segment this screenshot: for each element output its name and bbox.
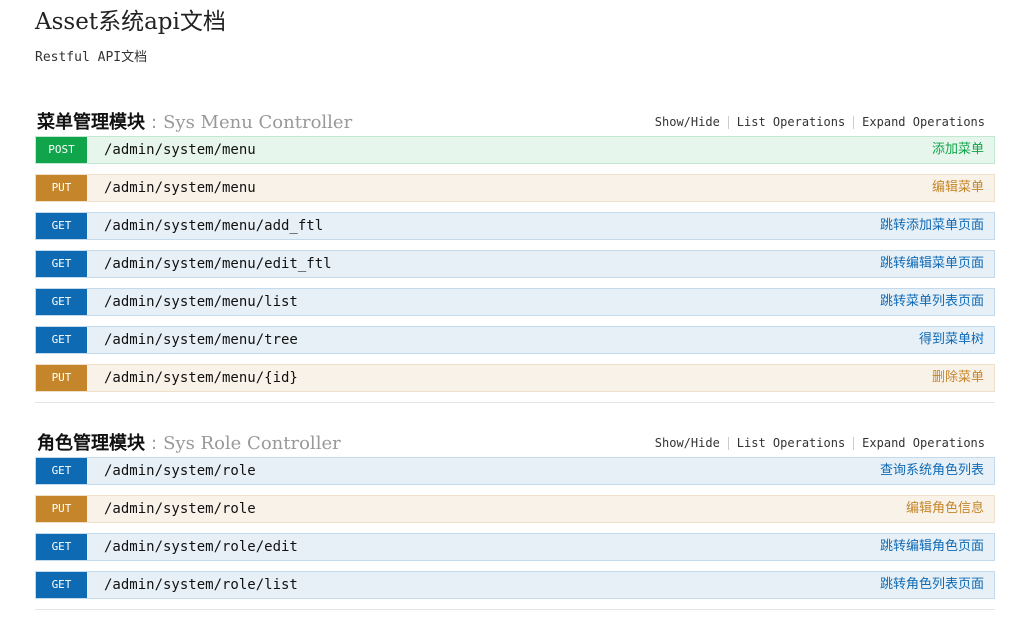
operation-summary[interactable]: 删除菜单 xyxy=(932,365,984,391)
operation-path[interactable]: /admin/system/role/list xyxy=(104,572,298,599)
expand-operations-link[interactable]: Expand Operations xyxy=(862,115,985,129)
operation-summary[interactable]: 得到菜单树 xyxy=(919,327,984,353)
operation-path[interactable]: /admin/system/menu xyxy=(104,137,256,164)
resource-separator: : xyxy=(151,112,158,133)
method-badge[interactable]: GET xyxy=(36,458,87,484)
operation-summary[interactable]: 跳转菜单列表页面 xyxy=(880,289,984,315)
operation-path[interactable]: /admin/system/menu/list xyxy=(104,289,298,316)
operation-path[interactable]: /admin/system/menu/add_ftl xyxy=(104,213,323,240)
operation-path[interactable]: /admin/system/menu xyxy=(104,175,256,202)
resource-title[interactable]: 菜单管理模块: Sys Menu Controller xyxy=(37,108,352,134)
resource-divider xyxy=(35,609,995,610)
list-operations-link[interactable]: List Operations xyxy=(737,115,845,129)
resource-header: 角色管理模块: Sys Role Controller Show/Hide List… xyxy=(35,427,995,457)
page-title: Asset系统api文档 xyxy=(35,9,226,35)
operations-list: GET /admin/system/role 查询系统角色列表 PUT /adm… xyxy=(35,457,995,599)
show-hide-link[interactable]: Show/Hide xyxy=(655,436,720,450)
resource-controller[interactable]: Sys Role Controller xyxy=(163,433,341,454)
operation-row[interactable]: GET /admin/system/menu/list 跳转菜单列表页面 xyxy=(35,288,995,316)
operation-path[interactable]: /admin/system/menu/edit_ftl xyxy=(104,251,332,278)
method-badge[interactable]: GET xyxy=(36,327,87,353)
operation-row[interactable]: GET /admin/system/menu/edit_ftl 跳转编辑菜单页面 xyxy=(35,250,995,278)
page-subtitle: Restful API文档 xyxy=(35,50,148,65)
swagger-page: Asset系统api文档 Restful API文档 菜单管理模块: Sys Me… xyxy=(35,0,995,610)
operation-summary[interactable]: 编辑角色信息 xyxy=(906,496,984,522)
resource-sys-role: 角色管理模块: Sys Role Controller Show/Hide List… xyxy=(35,427,995,610)
link-divider xyxy=(727,437,729,450)
method-badge[interactable]: GET xyxy=(36,251,87,277)
method-badge[interactable]: PUT xyxy=(36,175,87,201)
operation-summary[interactable]: 跳转编辑角色页面 xyxy=(880,534,984,560)
resource-name[interactable]: 角色管理模块 xyxy=(37,433,145,454)
operation-row[interactable]: PUT /admin/system/menu/{id} 删除菜单 xyxy=(35,364,995,392)
resource-header: 菜单管理模块: Sys Menu Controller Show/Hide List… xyxy=(35,106,995,136)
operation-path[interactable]: /admin/system/role/edit xyxy=(104,534,298,561)
method-badge[interactable]: PUT xyxy=(36,365,87,391)
operation-path[interactable]: /admin/system/role xyxy=(104,496,256,523)
operation-row[interactable]: GET /admin/system/role 查询系统角色列表 xyxy=(35,457,995,485)
operation-summary[interactable]: 跳转编辑菜单页面 xyxy=(880,251,984,277)
operation-row[interactable]: PUT /admin/system/role 编辑角色信息 xyxy=(35,495,995,523)
method-badge[interactable]: GET xyxy=(36,572,87,598)
method-badge[interactable]: GET xyxy=(36,289,87,315)
operation-summary[interactable]: 跳转添加菜单页面 xyxy=(880,213,984,239)
operation-row[interactable]: GET /admin/system/role/edit 跳转编辑角色页面 xyxy=(35,533,995,561)
resource-links: Show/Hide List Operations Expand Operation… xyxy=(655,115,985,129)
resource-separator: : xyxy=(151,433,158,454)
operation-row[interactable]: PUT /admin/system/menu 编辑菜单 xyxy=(35,174,995,202)
resource-title[interactable]: 角色管理模块: Sys Role Controller xyxy=(37,429,341,455)
method-badge[interactable]: GET xyxy=(36,213,87,239)
resource-divider xyxy=(35,402,995,403)
operation-path[interactable]: /admin/system/role xyxy=(104,458,256,485)
operation-row[interactable]: GET /admin/system/role/list 跳转角色列表页面 xyxy=(35,571,995,599)
resource-links: Show/Hide List Operations Expand Operation… xyxy=(655,436,985,450)
operation-summary[interactable]: 跳转角色列表页面 xyxy=(880,572,984,598)
operation-summary[interactable]: 添加菜单 xyxy=(932,137,984,163)
list-operations-link[interactable]: List Operations xyxy=(737,436,845,450)
link-divider xyxy=(853,116,855,129)
link-divider xyxy=(853,437,855,450)
method-badge[interactable]: PUT xyxy=(36,496,87,522)
operation-path[interactable]: /admin/system/menu/tree xyxy=(104,327,298,354)
expand-operations-link[interactable]: Expand Operations xyxy=(862,436,985,450)
operation-row[interactable]: POST /admin/system/menu 添加菜单 xyxy=(35,136,995,164)
resource-controller[interactable]: Sys Menu Controller xyxy=(163,112,352,133)
operation-summary[interactable]: 查询系统角色列表 xyxy=(880,458,984,484)
operations-list: POST /admin/system/menu 添加菜单 PUT /admin/… xyxy=(35,136,995,392)
show-hide-link[interactable]: Show/Hide xyxy=(655,115,720,129)
resource-name[interactable]: 菜单管理模块 xyxy=(37,112,145,133)
operation-summary[interactable]: 编辑菜单 xyxy=(932,175,984,201)
link-divider xyxy=(727,116,729,129)
method-badge[interactable]: POST xyxy=(36,137,87,163)
operation-path[interactable]: /admin/system/menu/{id} xyxy=(104,365,298,392)
operation-row[interactable]: GET /admin/system/menu/add_ftl 跳转添加菜单页面 xyxy=(35,212,995,240)
resource-sys-menu: 菜单管理模块: Sys Menu Controller Show/Hide List… xyxy=(35,106,995,403)
operation-row[interactable]: GET /admin/system/menu/tree 得到菜单树 xyxy=(35,326,995,354)
method-badge[interactable]: GET xyxy=(36,534,87,560)
